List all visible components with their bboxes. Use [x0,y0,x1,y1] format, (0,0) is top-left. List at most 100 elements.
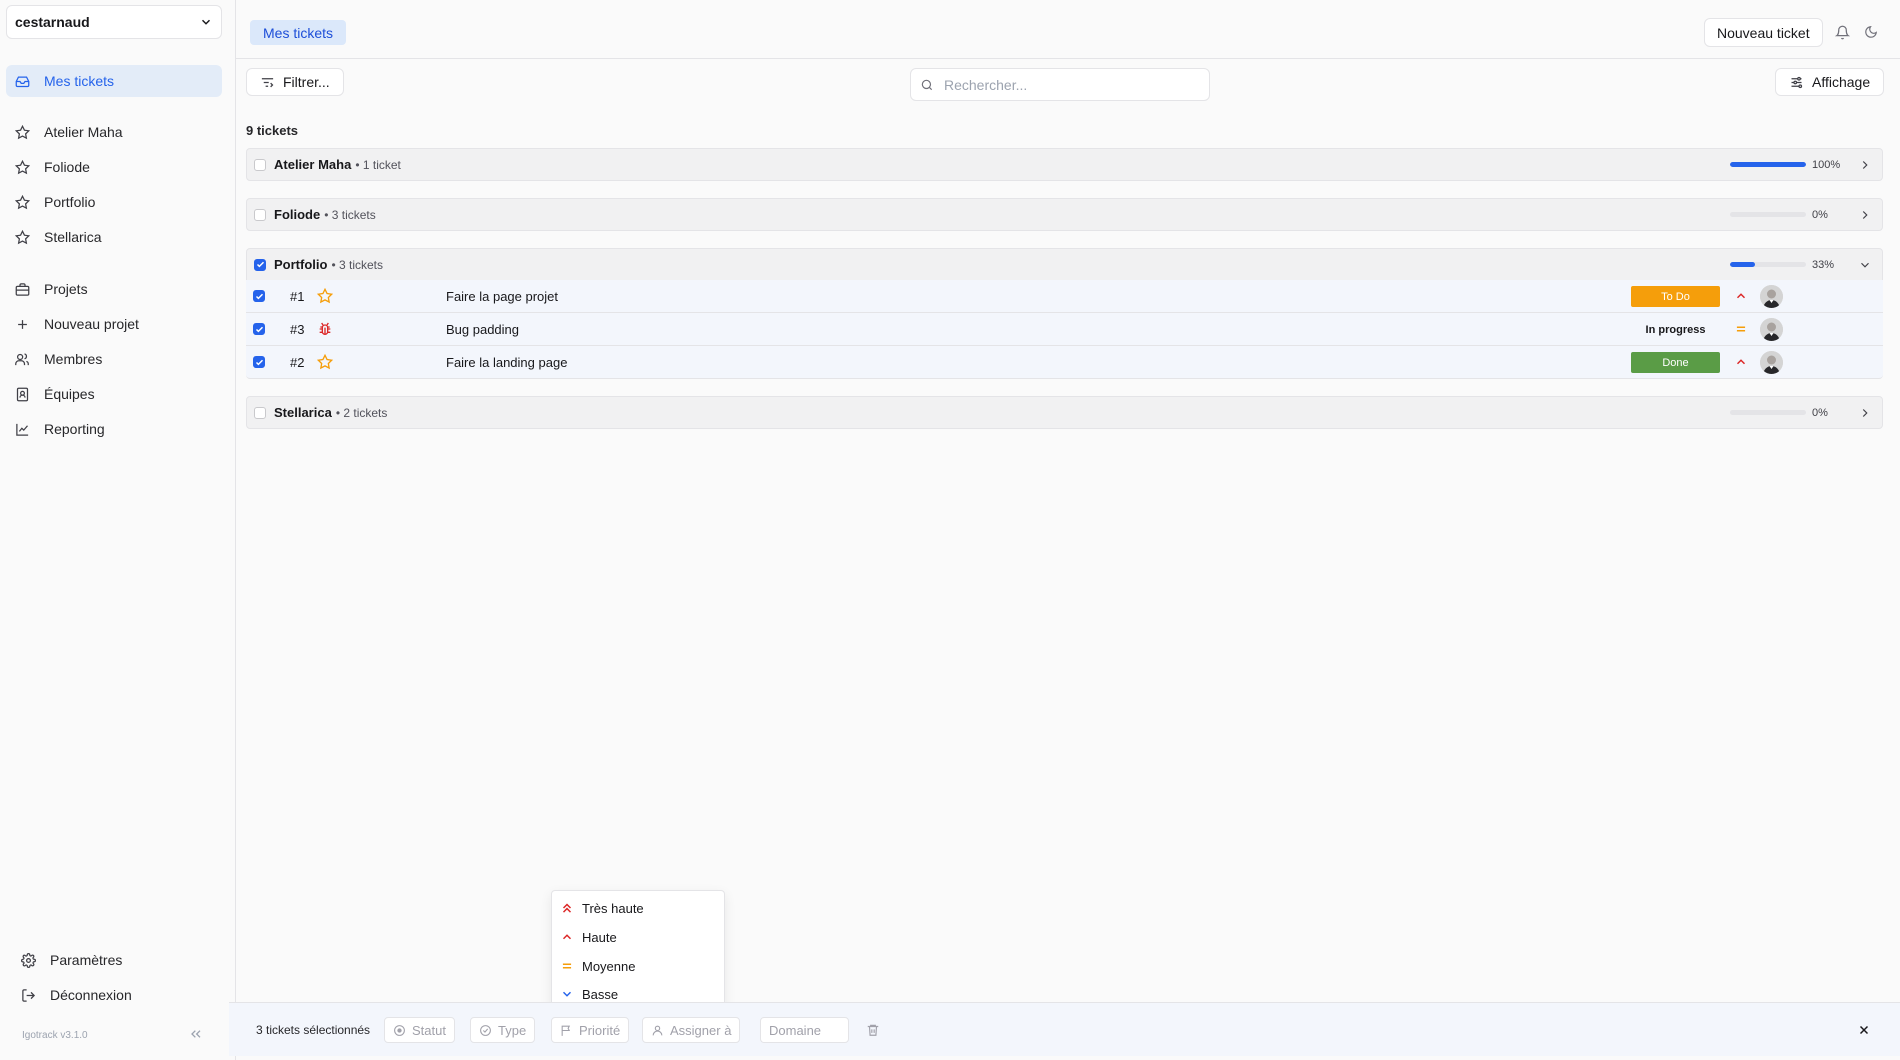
group-portfolio[interactable]: Portfolio • 3 tickets 33% [246,248,1883,281]
search-icon [920,78,934,92]
chevron-right-icon[interactable] [1858,158,1872,172]
star-icon [317,354,333,370]
bulk-priority-label: Priorité [579,1022,621,1038]
bulk-assign-button[interactable]: Assigner à [642,1017,741,1043]
ticket-row[interactable]: #2 Faire la landing page Done [246,346,1883,379]
group-checkbox[interactable] [254,258,266,271]
close-icon[interactable] [1854,1020,1874,1040]
workspace-name: cestarnaud [15,14,90,30]
avatar[interactable] [1760,318,1783,341]
priority-medium-icon[interactable] [1734,322,1748,336]
sidebar-item-label: Déconnexion [50,987,132,1003]
ticket-checkbox[interactable] [253,356,265,368]
collapse-sidebar-icon[interactable] [188,1026,204,1042]
search-box[interactable] [910,68,1210,101]
avatar[interactable] [1760,285,1783,308]
bulk-action-bar: 3 tickets sélectionnés Statut Type Prior… [229,1002,1900,1056]
bulk-status-button[interactable]: Statut [384,1017,455,1043]
flag-icon [560,1024,573,1037]
chevron-up-icon [560,930,574,944]
filter-button[interactable]: Filtrer... [246,68,344,96]
sidebar-item-mes-tickets[interactable]: Mes tickets [6,65,222,97]
status-badge[interactable]: Done [1631,352,1720,373]
priority-menu: Très haute Haute Moyenne Basse [551,890,725,1010]
priority-option-haute[interactable]: Haute [560,925,617,949]
ticket-title[interactable]: Bug padding [446,322,519,337]
group-foliode[interactable]: Foliode • 3 tickets 0% [246,198,1883,231]
chevron-down-icon[interactable] [1858,258,1872,272]
bulk-status-label: Statut [412,1022,446,1038]
ticket-row[interactable]: #1 Faire la page projet To Do [246,280,1883,313]
avatar[interactable] [1760,351,1783,374]
sidebar-item-label: Foliode [44,159,90,175]
sidebar-item-foliode[interactable]: Foliode [6,151,222,183]
progress-percent: 0% [1812,208,1828,221]
gear-icon [20,952,36,968]
sidebar-item-nouveau-projet[interactable]: Nouveau projet [6,308,222,340]
ticket-title[interactable]: Faire la landing page [446,355,567,370]
bulk-priority-button[interactable]: Priorité [551,1017,630,1043]
group-count: • 2 tickets [335,405,388,420]
priority-option-tres-haute[interactable]: Très haute [560,896,644,920]
workspace-switcher[interactable]: cestarnaud [6,5,222,39]
progress-bar [1730,262,1806,267]
group-checkbox[interactable] [254,406,266,419]
ticket-title[interactable]: Faire la page projet [446,289,558,304]
status-badge[interactable]: In progress [1631,319,1720,340]
ticket-checkbox[interactable] [253,323,265,335]
ticket-row[interactable]: #3 Bug padding In progress [246,313,1883,346]
sidebar-item-deconnexion[interactable]: Déconnexion [12,979,228,1011]
bell-icon[interactable] [1832,22,1852,42]
sliders-icon [1789,75,1804,90]
sidebar-item-equipes[interactable]: Équipes [6,378,222,410]
new-ticket-button[interactable]: Nouveau ticket [1704,18,1823,47]
filter-label: Filtrer... [283,74,330,90]
main-content: Mes tickets Nouveau ticket Filtrer... Af… [236,0,1900,1060]
ticket-id: #1 [290,288,305,304]
chevron-down-icon [199,15,213,29]
status-badge[interactable]: To Do [1631,286,1720,307]
sidebar-item-portfolio[interactable]: Portfolio [6,186,222,218]
bulk-assign-label: Assigner à [670,1022,732,1038]
sidebar-item-stellarica[interactable]: Stellarica [6,221,222,253]
display-button[interactable]: Affichage [1775,68,1885,96]
sidebar-item-membres[interactable]: Membres [6,343,222,375]
group-atelier-maha[interactable]: Atelier Maha • 1 ticket 100% [246,148,1883,181]
group-name: Portfolio [274,257,328,272]
chevron-right-icon[interactable] [1858,208,1872,222]
sidebar: cestarnaud Mes tickets Atelier Maha Foli… [0,0,236,1060]
group-stellarica[interactable]: Stellarica • 2 tickets 0% [246,396,1883,429]
bulk-domain-button[interactable]: Domaine [760,1017,849,1043]
star-icon [14,124,30,140]
check-circle-icon [479,1024,492,1037]
moon-icon[interactable] [1861,22,1881,42]
filter-icon [260,75,275,90]
ticket-checkbox[interactable] [253,290,265,302]
display-label: Affichage [1812,74,1871,90]
sidebar-item-atelier-maha[interactable]: Atelier Maha [6,116,222,148]
group-count: • 1 ticket [355,157,401,172]
group-name: Foliode [274,207,321,222]
sidebar-item-projets[interactable]: Projets [6,273,222,305]
sidebar-item-parametres[interactable]: Paramètres [12,944,228,976]
group-checkbox[interactable] [254,158,266,171]
progress-bar [1730,212,1806,217]
bulk-type-label: Type [498,1022,527,1038]
priority-high-icon[interactable] [1734,289,1748,303]
chevron-right-icon[interactable] [1858,406,1872,420]
trash-icon[interactable] [863,1020,883,1040]
tab-mes-tickets[interactable]: Mes tickets [250,20,347,45]
priority-high-icon[interactable] [1734,355,1748,369]
contacts-icon [14,386,30,402]
users-icon [14,351,30,367]
group-name: Atelier Maha [274,157,352,172]
bulk-type-button[interactable]: Type [470,1017,536,1043]
search-input[interactable] [944,76,1184,93]
star-icon [14,159,30,175]
priority-option-moyenne[interactable]: Moyenne [560,954,635,978]
sidebar-item-reporting[interactable]: Reporting [6,413,222,445]
group-count: • 3 tickets [324,207,376,222]
group-checkbox[interactable] [254,208,266,221]
sidebar-item-label: Équipes [44,386,95,402]
priority-option-label: Très haute [582,900,644,916]
